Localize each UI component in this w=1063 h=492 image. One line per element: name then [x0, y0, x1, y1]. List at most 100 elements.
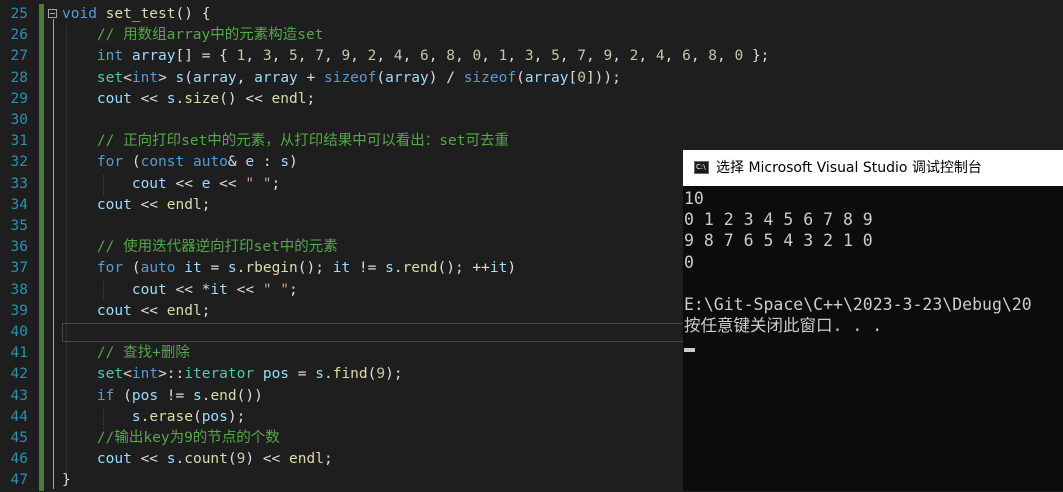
string-token: " "	[262, 281, 290, 298]
console-app-icon: C:\	[694, 161, 709, 174]
keyword-token: int	[96, 48, 124, 65]
code-line[interactable]: }	[62, 470, 71, 491]
plain-token: .	[323, 366, 333, 383]
identifier-token: cout	[96, 451, 132, 468]
plain-token: !=	[350, 260, 386, 277]
plain-token: ,	[559, 48, 578, 65]
line-number: 45	[10, 430, 28, 446]
line-number: 37	[10, 260, 28, 277]
plain-token: ,	[376, 48, 394, 65]
plain-token: !=	[158, 387, 193, 404]
plain-token: (	[376, 69, 386, 86]
console-title: 选择 Microsoft Visual Studio 调试控制台	[716, 160, 982, 176]
line-number: 28	[10, 69, 28, 86]
debug-console-window[interactable]: C:\ 选择 Microsoft Visual Studio 调试控制台 10 0…	[683, 150, 1063, 491]
plain-token: &	[227, 154, 246, 171]
console-icon-text: C:\	[696, 163, 706, 171]
identifier-token: array	[131, 48, 176, 65]
code-line[interactable]: if (pos != s.end())	[62, 386, 263, 407]
number-token: 3	[524, 48, 534, 65]
plain-token: ,	[271, 48, 290, 65]
string-token: " "	[245, 175, 272, 192]
plain-token: ;	[201, 196, 211, 213]
plain-token: (	[123, 154, 141, 171]
keyword-token: if	[96, 387, 115, 404]
code-line[interactable]: cout << e << " ";	[62, 174, 280, 195]
identifier-token: array	[524, 69, 569, 86]
code-line[interactable]: for (const auto& e : s)	[62, 152, 298, 173]
number-token: 4	[393, 48, 403, 65]
code-line[interactable]: // 查找+删除	[62, 343, 190, 364]
function-token: endl	[271, 90, 307, 107]
code-line[interactable]: set<int>::iterator pos = s.find(9);	[62, 364, 403, 385]
code-line[interactable]: void set_test() {	[62, 4, 210, 25]
code-line[interactable]: for (auto it = s.rbegin(); it != s.rend(…	[62, 258, 516, 279]
console-output-line: 9 8 7 6 5 4 3 2 1 0	[684, 231, 873, 251]
code-line[interactable]: set<int> s(array, array + sizeof(array) …	[62, 68, 621, 89]
identifier-token: cout	[96, 90, 132, 107]
plain-token: <<	[210, 175, 246, 192]
plain-token: ) /	[428, 69, 464, 86]
code-line[interactable]: // 正向打印set中的元素，从打印结果中可以看出：set可去重	[62, 131, 509, 152]
code-line[interactable]: s.erase(pos);	[62, 407, 246, 428]
code-line[interactable]: // 用数组array中的元素构造set	[62, 25, 324, 46]
plain-token: ,	[402, 48, 421, 65]
plain-token: ;	[289, 281, 298, 298]
identifier-token: s	[166, 451, 176, 468]
plain-token: )	[289, 154, 298, 171]
plain-token: ,	[245, 48, 263, 65]
plain-token: );	[227, 408, 246, 425]
code-line[interactable]: // 使用迭代器逆向打印set中的元素	[62, 237, 338, 258]
plain-token: (	[123, 260, 141, 277]
collapse-icon[interactable]	[48, 9, 57, 18]
current-line-highlight	[62, 323, 684, 342]
code-line[interactable]: cout << s.count(9) << endl;	[62, 449, 333, 470]
identifier-token: cout	[96, 196, 132, 213]
identifier-token: array	[254, 69, 298, 86]
type-token: set	[96, 69, 124, 86]
identifier-token: s	[192, 387, 202, 404]
plain-token: ;	[306, 90, 316, 107]
number-token: 5	[289, 48, 298, 65]
code-line[interactable]: cout << s.size() << endl;	[62, 89, 315, 110]
plain-token: <<	[227, 281, 263, 298]
code-line[interactable]: //输出key为9的节点的个数	[62, 428, 280, 449]
line-number: 30	[10, 112, 28, 128]
plain-token: <	[123, 366, 132, 383]
line-number: 39	[10, 302, 28, 319]
number-token: 0	[577, 69, 586, 86]
console-title-bar[interactable]: C:\ 选择 Microsoft Visual Studio 调试控制台	[683, 150, 1063, 186]
code-line[interactable]: cout << endl;	[62, 301, 211, 322]
plain-token: );	[385, 366, 403, 383]
code-line[interactable]: cout << endl;	[62, 195, 211, 216]
console-output-line: E:\Git-Space\C++\2023-3-23\Debug\20	[684, 294, 1032, 314]
code-line[interactable]: cout << *it << " ";	[62, 280, 298, 301]
identifier-token: s	[385, 260, 394, 277]
code-line[interactable]: int array[] = { 1, 3, 5, 7, 9, 2, 4, 6, …	[62, 46, 770, 67]
line-number: 36	[10, 239, 28, 256]
function-token: count	[184, 451, 228, 468]
plain-token: }	[62, 472, 71, 489]
keyword-token: void	[62, 6, 97, 22]
console-cursor	[684, 348, 695, 352]
keyword-token: auto	[192, 154, 228, 171]
line-number: 26	[10, 27, 28, 44]
function-token: endl	[166, 302, 202, 319]
plain-token: ;	[271, 175, 281, 192]
identifier-token: s	[131, 408, 141, 425]
plain-token: ,	[323, 48, 342, 65]
console-output[interactable]: 10 0 1 2 3 4 5 6 7 8 99 8 7 6 5 4 3 2 1 0…	[684, 188, 1063, 488]
plain-token: ,	[664, 48, 683, 65]
